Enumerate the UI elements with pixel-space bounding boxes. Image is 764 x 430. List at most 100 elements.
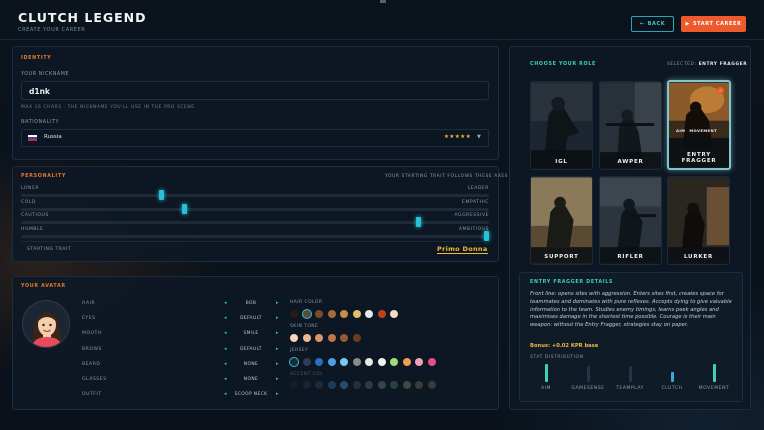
trait-track[interactable] <box>21 231 489 241</box>
trait-slider-cautious-aggressive[interactable]: CAUTIOUS AGGRESSIVE <box>21 213 489 227</box>
trait-knob[interactable] <box>484 231 489 241</box>
prev-option-icon[interactable]: ◂ <box>224 361 227 367</box>
accent-color-swatch[interactable] <box>302 381 311 389</box>
next-option-icon[interactable]: ▸ <box>276 391 279 397</box>
avatar-option-value: BOB <box>245 301 257 306</box>
trait-slider-loner-leader[interactable]: LONER LEADER <box>21 186 489 200</box>
role-card-entry-fragger[interactable]: ✓ AIM MOVEMENT ENTRY FRAGGER <box>667 80 731 170</box>
jersey-color-swatch[interactable] <box>402 358 411 366</box>
nationality-select[interactable]: Russia ★★★★★ ▼ <box>21 129 489 147</box>
trait-track[interactable] <box>21 190 489 200</box>
accent-color-swatch[interactable] <box>402 381 411 389</box>
selected-role-value: ENTRY FRAGGER <box>698 62 748 67</box>
top-bar: CLUTCH LEGEND CREATE YOUR CAREER ← BACK … <box>0 0 764 40</box>
prev-option-icon[interactable]: ◂ <box>224 315 227 321</box>
hair-color-swatch[interactable] <box>377 310 386 318</box>
personality-title: PERSONALITY <box>21 174 67 179</box>
jersey-color-swatch[interactable] <box>390 358 398 366</box>
avatar-option-label: GLASSES <box>82 377 107 382</box>
stat-label-gamesense: GAMESENSE <box>571 386 605 391</box>
next-option-icon[interactable]: ▸ <box>276 300 279 306</box>
skin-tone-swatch[interactable] <box>315 334 323 342</box>
avatar-option-glasses: GLASSES ◂ NONE ▸ <box>82 376 280 386</box>
hair-color-swatch[interactable] <box>390 310 398 318</box>
next-option-icon[interactable]: ▸ <box>276 346 279 352</box>
nickname-hint: MAX 16 CHARS · THE NICKNAME YOU'LL USE I… <box>21 105 195 110</box>
role-name-support: SUPPORT <box>544 254 579 260</box>
skin-tone-swatch[interactable] <box>340 334 348 342</box>
role-card-support[interactable]: SUPPORT <box>530 176 593 265</box>
trait-track[interactable] <box>21 217 489 227</box>
avatar-title: YOUR AVATAR <box>21 284 66 289</box>
russia-flag-icon <box>28 135 37 141</box>
accent-color-swatch[interactable] <box>315 381 323 389</box>
jersey-color-swatch[interactable] <box>327 358 336 366</box>
awper-art-icon <box>600 82 661 169</box>
avatar-option-mouth: MOUTH ◂ SMILE ▸ <box>82 330 280 340</box>
prev-option-icon[interactable]: ◂ <box>224 300 227 306</box>
next-option-icon[interactable]: ▸ <box>276 315 279 321</box>
hair-color-swatch[interactable] <box>340 310 348 318</box>
jersey-color-swatch[interactable] <box>340 358 348 366</box>
prev-option-icon[interactable]: ◂ <box>224 346 227 352</box>
hair-color-swatch[interactable] <box>302 310 311 318</box>
nickname-value: d1nk <box>29 87 50 96</box>
skin-tone-swatch[interactable] <box>352 334 361 342</box>
accent-color-swatch[interactable] <box>352 381 361 389</box>
prev-option-icon[interactable]: ◂ <box>224 330 227 336</box>
skin-tone-swatch[interactable] <box>302 334 311 342</box>
role-card-lurker[interactable]: LURKER <box>667 176 730 265</box>
accent-color-swatch[interactable] <box>390 381 398 389</box>
hair-color-swatch[interactable] <box>352 310 361 318</box>
prev-option-icon[interactable]: ◂ <box>224 376 227 382</box>
start-career-button[interactable]: ▶ START CAREER <box>681 16 746 32</box>
stat-bar-teamplay <box>628 366 632 382</box>
next-option-icon[interactable]: ▸ <box>276 376 279 382</box>
avatar-option-hair: HAIR ◂ BOB ▸ <box>82 300 280 310</box>
arrow-left-icon: ← <box>639 21 645 27</box>
jersey-color-swatch[interactable] <box>290 358 298 366</box>
next-option-icon[interactable]: ▸ <box>276 330 279 336</box>
selected-role-caption: SELECTED: ENTRY FRAGGER <box>667 62 747 67</box>
skin-tone-swatch[interactable] <box>290 334 298 342</box>
prev-option-icon[interactable]: ◂ <box>224 391 227 397</box>
trait-right-label: AGGRESSIVE <box>454 213 489 218</box>
role-card-igl[interactable]: IGL <box>530 81 593 170</box>
next-option-icon[interactable]: ▸ <box>276 361 279 367</box>
jersey-color-swatch[interactable] <box>427 358 436 366</box>
avatar-option-beard: BEARD ◂ NONE ▸ <box>82 361 280 371</box>
trait-slider-humble-ambitious[interactable]: HUMBLE AMBITIOUS <box>21 227 489 241</box>
app-subtitle: CREATE YOUR CAREER <box>18 27 86 33</box>
jersey-color-swatch[interactable] <box>352 358 361 366</box>
rifler-art-icon <box>600 177 661 264</box>
hair-color-swatch[interactable] <box>327 310 336 318</box>
nickname-input[interactable]: d1nk <box>21 81 489 100</box>
accent-color-swatch[interactable] <box>340 381 348 389</box>
trait-knob[interactable] <box>416 217 422 227</box>
accent-color-swatch[interactable] <box>427 381 436 389</box>
accent-color-swatch[interactable] <box>290 381 298 389</box>
jersey-color-swatch[interactable] <box>365 358 373 366</box>
hair-color-swatch[interactable] <box>290 310 298 318</box>
skin-tone-swatch[interactable] <box>327 334 336 342</box>
jersey-color-swatch[interactable] <box>415 358 423 366</box>
accent-color-swatch[interactable] <box>327 381 336 389</box>
jersey-color-swatch[interactable] <box>315 358 323 366</box>
role-card-awper[interactable]: AWPER <box>599 81 662 170</box>
trait-left-label: COLD <box>21 200 36 205</box>
back-button[interactable]: ← BACK <box>631 16 674 32</box>
avatar-panel <box>12 276 499 410</box>
avatar-option-label: EYES <box>82 316 96 322</box>
trait-slider-cold-empathic[interactable]: COLD EMPATHIC <box>21 200 489 214</box>
accent-color-swatch[interactable] <box>415 381 423 389</box>
jersey-color-swatch[interactable] <box>302 358 311 366</box>
hair-color-swatch[interactable] <box>365 310 373 318</box>
hair-color-swatch[interactable] <box>315 310 323 318</box>
trait-knob[interactable] <box>158 190 164 200</box>
accent-color-swatch[interactable] <box>377 381 386 389</box>
stat-label-clutch: CLUTCH <box>661 386 683 391</box>
trait-track[interactable] <box>21 204 489 214</box>
accent-color-swatch[interactable] <box>365 381 373 389</box>
jersey-color-swatch[interactable] <box>377 358 386 366</box>
role-card-rifler[interactable]: RIFLER <box>599 176 662 265</box>
